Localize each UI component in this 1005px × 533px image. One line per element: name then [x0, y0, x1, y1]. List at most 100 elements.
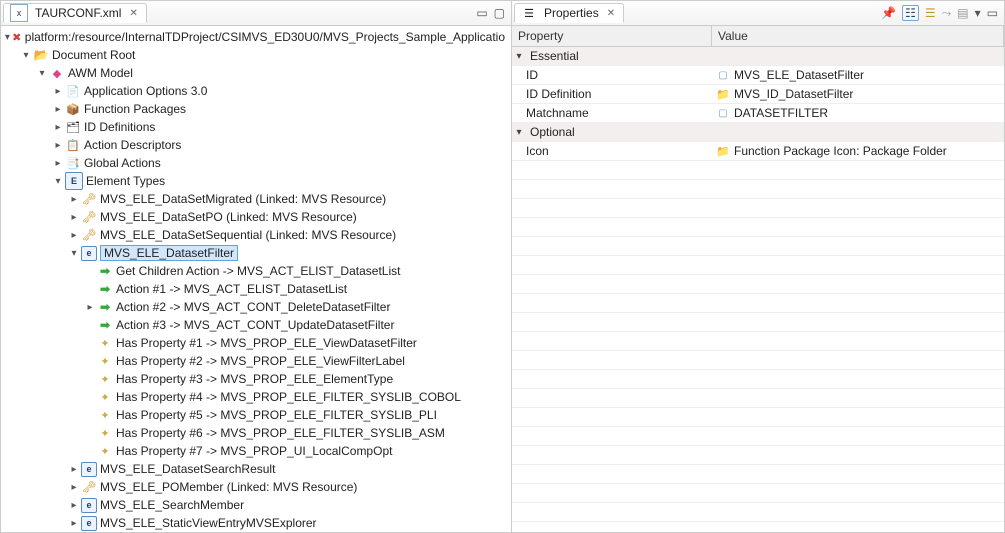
- package-icon: [65, 101, 81, 117]
- filter-icon[interactable]: ⤳: [942, 6, 952, 21]
- node-function-packages[interactable]: ▸ Function Packages: [1, 100, 511, 118]
- node-etype-datasetfilter[interactable]: ▾ e MVS_ELE_DatasetFilter: [1, 244, 511, 262]
- properties-view-icon: ☰: [521, 5, 537, 21]
- prop-row-matchname[interactable]: Matchname DATASETFILTER: [512, 104, 1004, 123]
- options-icon: [65, 83, 81, 99]
- etype-seq-label: MVS_ELE_DataSetSequential (Linked: MVS R…: [100, 228, 396, 242]
- group-optional[interactable]: ▾Optional: [512, 123, 1004, 142]
- prop-row-id[interactable]: ID MVS_ELE_DatasetFilter: [512, 66, 1004, 85]
- node-action-2[interactable]: ▸ Action #2 -> MVS_ACT_CONT_DeleteDatase…: [1, 298, 511, 316]
- node-property-3[interactable]: Has Property #3 -> MVS_PROP_ELE_ElementT…: [1, 370, 511, 388]
- maximize-icon[interactable]: ▢: [494, 6, 505, 20]
- node-property-5[interactable]: Has Property #5 -> MVS_PROP_ELE_FILTER_S…: [1, 406, 511, 424]
- group-optional-label: Optional: [526, 125, 575, 139]
- property-icon: [97, 335, 113, 351]
- property-2-label: Has Property #2 -> MVS_PROP_ELE_ViewFilt…: [116, 354, 405, 368]
- expander-icon[interactable]: ▾: [51, 176, 65, 187]
- node-property-7[interactable]: Has Property #7 -> MVS_PROP_UI_LocalComp…: [1, 442, 511, 460]
- expander-icon[interactable]: ▾: [19, 50, 33, 61]
- minimize-icon[interactable]: ▭: [987, 6, 998, 20]
- tree-root-path[interactable]: ▾ platform:/resource/InternalTDProject/C…: [1, 28, 511, 46]
- expander-icon[interactable]: ▾: [67, 248, 81, 259]
- node-global-actions[interactable]: ▸ Global Actions: [1, 154, 511, 172]
- node-application-options[interactable]: ▸ Application Options 3.0: [1, 82, 511, 100]
- action-arrow-icon: [97, 317, 113, 333]
- expander-icon[interactable]: ▾: [3, 32, 12, 43]
- expander-icon[interactable]: ▸: [83, 302, 97, 313]
- etype-migrated-label: MVS_ELE_DataSetMigrated (Linked: MVS Res…: [100, 192, 386, 206]
- node-get-children-action[interactable]: Get Children Action -> MVS_ACT_ELIST_Dat…: [1, 262, 511, 280]
- node-property-6[interactable]: Has Property #6 -> MVS_PROP_ELE_FILTER_S…: [1, 424, 511, 442]
- empty-row: [512, 199, 1004, 218]
- link-key-icon: [81, 479, 97, 495]
- expander-icon[interactable]: ▸: [51, 86, 65, 97]
- expander-icon[interactable]: ▸: [67, 482, 81, 493]
- node-id-definitions[interactable]: ▸ ID Definitions: [1, 118, 511, 136]
- empty-row: [512, 351, 1004, 370]
- expander-icon[interactable]: ▸: [51, 158, 65, 169]
- element-types-icon: E: [65, 172, 83, 190]
- expander-icon[interactable]: ▸: [67, 518, 81, 529]
- node-etype-po[interactable]: ▸ MVS_ELE_DataSetPO (Linked: MVS Resourc…: [1, 208, 511, 226]
- node-etype-dssearchresult[interactable]: ▸ e MVS_ELE_DatasetSearchResult: [1, 460, 511, 478]
- global-actions-label: Global Actions: [84, 156, 161, 170]
- node-property-2[interactable]: Has Property #2 -> MVS_PROP_ELE_ViewFilt…: [1, 352, 511, 370]
- node-action-1[interactable]: Action #1 -> MVS_ACT_ELIST_DatasetList: [1, 280, 511, 298]
- property-icon: [97, 371, 113, 387]
- application-options-label: Application Options 3.0: [84, 84, 207, 98]
- node-etype-svexplorer[interactable]: ▸ e MVS_ELE_StaticViewEntryMVSExplorer: [1, 514, 511, 532]
- editor-tab-taurconf[interactable]: x TAURCONF.xml ✕: [3, 3, 147, 23]
- expander-icon[interactable]: ▸: [51, 140, 65, 151]
- close-icon[interactable]: ✕: [129, 8, 137, 19]
- node-property-1[interactable]: Has Property #1 -> MVS_PROP_ELE_ViewData…: [1, 334, 511, 352]
- group-essential[interactable]: ▾Essential: [512, 47, 1004, 66]
- properties-tab[interactable]: ☰ Properties ✕: [514, 3, 624, 23]
- prop-row-iddef[interactable]: ID Definition MVS_ID_DatasetFilter: [512, 85, 1004, 104]
- node-awm-model[interactable]: ▾ AWM Model: [1, 64, 511, 82]
- node-document-root[interactable]: ▾ Document Root: [1, 46, 511, 64]
- show-advanced-icon[interactable]: ☰: [925, 6, 936, 20]
- property-7-label: Has Property #7 -> MVS_PROP_UI_LocalComp…: [116, 444, 392, 458]
- expander-icon[interactable]: ▸: [67, 230, 81, 241]
- function-packages-label: Function Packages: [84, 102, 186, 116]
- chevron-down-icon[interactable]: ▾: [512, 51, 526, 62]
- node-action-descriptors[interactable]: ▸ Action Descriptors: [1, 136, 511, 154]
- expander-icon[interactable]: ▸: [67, 500, 81, 511]
- properties-table[interactable]: ▾Essential ID MVS_ELE_DatasetFilter ID D…: [512, 47, 1004, 532]
- tree-icon[interactable]: ▤: [957, 6, 968, 20]
- expander-icon[interactable]: ▸: [67, 464, 81, 475]
- empty-row: [512, 313, 1004, 332]
- column-header-property[interactable]: Property: [512, 26, 712, 46]
- node-property-4[interactable]: Has Property #4 -> MVS_PROP_ELE_FILTER_S…: [1, 388, 511, 406]
- node-etype-seq[interactable]: ▸ MVS_ELE_DataSetSequential (Linked: MVS…: [1, 226, 511, 244]
- node-action-3[interactable]: Action #3 -> MVS_ACT_CONT_UpdateDatasetF…: [1, 316, 511, 334]
- property-icon: [97, 389, 113, 405]
- chevron-down-icon[interactable]: ▾: [512, 127, 526, 138]
- node-etype-migrated[interactable]: ▸ MVS_ELE_DataSetMigrated (Linked: MVS R…: [1, 190, 511, 208]
- view-menu-icon[interactable]: ▾: [975, 6, 981, 20]
- minimize-icon[interactable]: ▭: [476, 6, 487, 20]
- empty-row: [512, 446, 1004, 465]
- etype-datasetfilter-label: MVS_ELE_DatasetFilter: [100, 245, 238, 261]
- element-icon: e: [81, 516, 97, 531]
- expander-icon[interactable]: ▸: [67, 194, 81, 205]
- global-actions-icon: [65, 155, 81, 171]
- document-root-label: Document Root: [52, 48, 135, 62]
- close-icon[interactable]: ✕: [607, 8, 615, 19]
- prop-icon-label: Icon: [522, 144, 549, 158]
- model-tree[interactable]: ▾ platform:/resource/InternalTDProject/C…: [1, 26, 511, 532]
- expander-icon[interactable]: ▸: [51, 122, 65, 133]
- show-categories-icon[interactable]: ☷: [902, 5, 919, 21]
- expander-icon[interactable]: ▸: [67, 212, 81, 223]
- property-1-label: Has Property #1 -> MVS_PROP_ELE_ViewData…: [116, 336, 417, 350]
- prop-row-icon[interactable]: Icon Function Package Icon: Package Fold…: [512, 142, 1004, 161]
- expander-icon[interactable]: ▸: [51, 104, 65, 115]
- node-element-types[interactable]: ▾ E Element Types: [1, 172, 511, 190]
- action-descriptors-icon: [65, 137, 81, 153]
- action-arrow-icon: [97, 263, 113, 279]
- node-etype-searchmember[interactable]: ▸ e MVS_ELE_SearchMember: [1, 496, 511, 514]
- column-header-value[interactable]: Value: [712, 26, 1004, 46]
- pin-icon[interactable]: 📌: [881, 6, 896, 20]
- node-etype-pomember[interactable]: ▸ MVS_ELE_POMember (Linked: MVS Resource…: [1, 478, 511, 496]
- expander-icon[interactable]: ▾: [35, 68, 49, 79]
